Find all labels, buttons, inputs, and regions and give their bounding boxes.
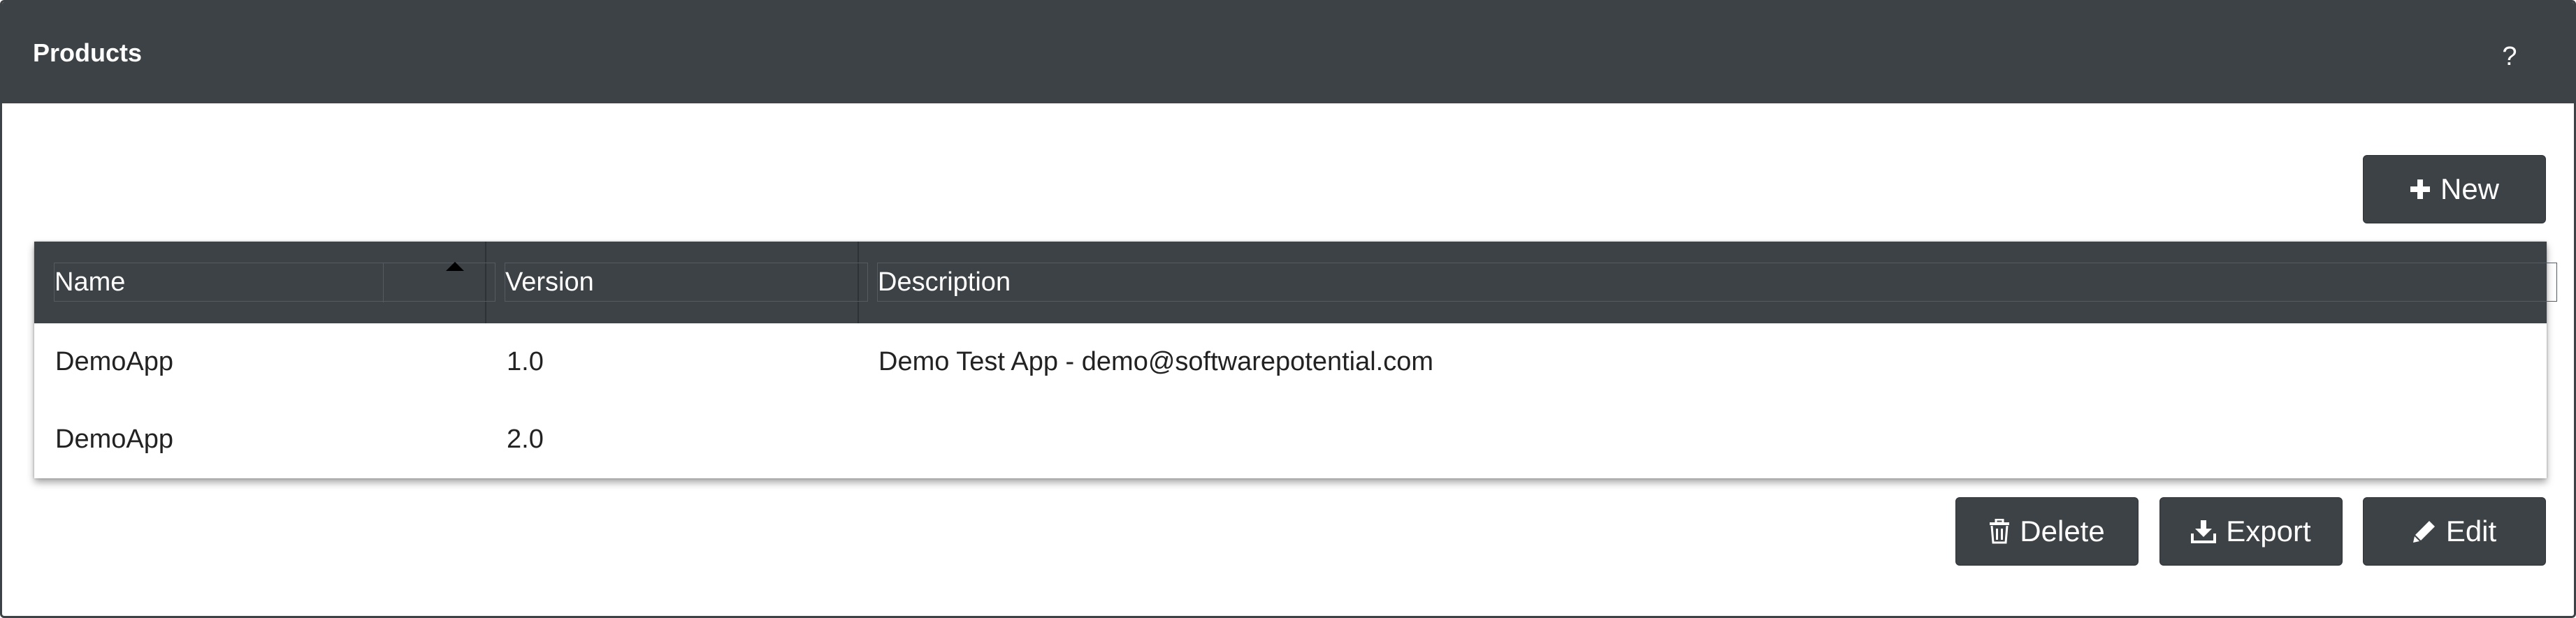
products-panel: Products ? New Name Version Description — [0, 0, 2576, 618]
sort-ascending-icon — [446, 262, 464, 271]
column-header-name-label: Name — [55, 267, 126, 297]
edit-button-label: Edit — [2445, 515, 2497, 547]
cell-description: Demo Test App - demo@softwarepotential.c… — [878, 347, 1434, 376]
column-header-version[interactable]: Version — [505, 263, 868, 302]
panel-header: Products ? — [2, 2, 2574, 103]
column-header-description-label: Description — [878, 267, 1011, 297]
products-table: Name Version Description DemoApp 1.0 Dem… — [34, 242, 2557, 478]
column-header-description[interactable]: Description — [877, 263, 2557, 302]
delete-button[interactable]: Delete — [1955, 497, 2139, 566]
export-button-label: Export — [2226, 515, 2311, 547]
table-row[interactable]: DemoApp 1.0 Demo Test App - demo@softwar… — [34, 323, 2547, 401]
column-header-version-label: Version — [505, 267, 594, 297]
edit-button[interactable]: Edit — [2363, 497, 2546, 566]
help-button[interactable]: ? — [2494, 41, 2525, 72]
new-button[interactable]: New — [2363, 155, 2546, 223]
table-header: Name Version Description — [34, 242, 2557, 323]
cell-version: 1.0 — [507, 347, 544, 376]
cell-version: 2.0 — [507, 425, 544, 454]
plus-icon — [2410, 179, 2430, 199]
trash-icon — [1990, 519, 2010, 544]
new-button-label: New — [2440, 172, 2500, 205]
panel-title: Products — [33, 38, 143, 67]
download-icon — [2191, 520, 2217, 543]
column-divider — [383, 263, 384, 302]
pencil-icon — [2412, 521, 2435, 543]
export-button[interactable]: Export — [2159, 497, 2343, 566]
delete-button-label: Delete — [2020, 515, 2105, 547]
table-row[interactable]: DemoApp 2.0 — [34, 401, 2547, 478]
column-header-name[interactable]: Name — [54, 263, 495, 302]
cell-name: DemoApp — [55, 425, 173, 454]
cell-name: DemoApp — [55, 347, 173, 376]
